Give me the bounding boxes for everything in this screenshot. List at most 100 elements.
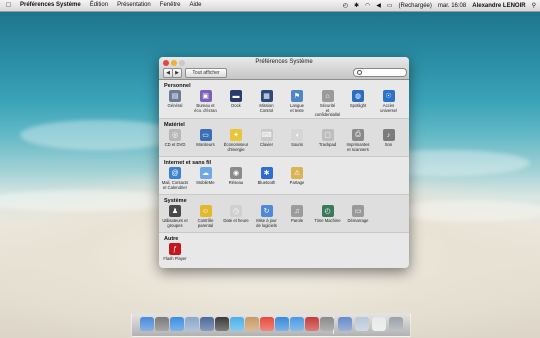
mail-icon[interactable] (185, 317, 199, 331)
pref-pane-accessibility[interactable]: ☉ Accès universel (375, 90, 403, 113)
pref-pane-energy-saver[interactable]: ✦ Économiseur d'énergie (222, 129, 250, 152)
pref-pane-date-time[interactable]: ◷ Date et heure (222, 205, 250, 224)
search-input[interactable] (363, 69, 403, 76)
battery-status[interactable]: (Rechargée) (399, 3, 432, 9)
pref-pane-label: Accès universel (380, 103, 397, 113)
ical-icon[interactable] (230, 317, 244, 331)
pref-pane-bluetooth[interactable]: ✱ Bluetooth (253, 167, 281, 186)
system-preferences-icon[interactable] (320, 317, 334, 331)
users-groups-icon: ♟ (169, 205, 181, 217)
pref-pane-label: Mise à jour de logiciels (256, 218, 277, 228)
pref-pane-label: Parole (290, 218, 304, 223)
facetime-icon[interactable] (215, 317, 229, 331)
pref-pane-security[interactable]: ⌂ Sécurité et confidentialité (314, 90, 342, 118)
address-book-icon[interactable] (245, 317, 259, 331)
clock[interactable]: mar. 16:08 (438, 3, 466, 9)
calendar-icon[interactable] (260, 317, 274, 331)
spotlight-icon: ◍ (352, 90, 364, 102)
search-field[interactable] (353, 68, 407, 77)
pref-pane-label: Date et heure (223, 218, 249, 223)
section-title: Internet et sans fil (164, 160, 212, 166)
pref-pane-sharing[interactable]: ⚠ Partage (283, 167, 311, 186)
wave-foam (20, 120, 180, 150)
bluetooth-menu-icon[interactable]: ✱ (354, 2, 359, 9)
security-icon: ⌂ (321, 90, 334, 102)
dock (131, 313, 411, 337)
time-machine-menu-icon[interactable]: ◴ (343, 2, 348, 9)
pref-pane-mission-control[interactable]: ▦ Mission Control (253, 90, 281, 113)
pref-pane-mobileme[interactable]: ☁ MobileMe (192, 167, 220, 186)
applications-folder-icon[interactable] (338, 317, 352, 331)
pref-pane-label: Économiseur d'énergie (223, 142, 249, 152)
menu-edit[interactable]: Édition (90, 0, 108, 11)
section-materiel: Matériel ◎ CD et DVD ▭ Moniteurs ✦ Économiseu… (159, 119, 409, 156)
pref-pane-dock[interactable]: ▬ Dock (222, 90, 250, 109)
pref-pane-keyboard[interactable]: ⌨ Clavier (253, 129, 281, 148)
pref-pane-time-machine[interactable]: ◴ Time Machine (314, 205, 342, 224)
pref-pane-language-text[interactable]: ⚑ Langue et texte (283, 90, 311, 113)
displays-icon: ▭ (199, 129, 212, 141)
desktop-screensaver-icon: ▣ (199, 90, 212, 102)
section-systeme: Système ♟ Utilisateurs et groupes ☺ Contrôl… (159, 195, 409, 232)
user-name[interactable]: Alexandre LENOIR (472, 3, 525, 9)
mouse-icon: ◖ (291, 129, 303, 141)
keyboard-icon: ⌨ (260, 129, 273, 141)
safari-icon[interactable] (170, 317, 184, 331)
pref-pane-spotlight[interactable]: ◍ Spotlight (344, 90, 372, 109)
app-store-icon[interactable] (290, 317, 304, 331)
pref-pane-mail-contacts[interactable]: @ Mail, Contacts et Calendrier (161, 167, 189, 190)
pref-pane-sound[interactable]: ♪ Son (375, 129, 403, 148)
pref-pane-flash-player[interactable]: ƒ Flash Player (161, 243, 189, 262)
show-all-button[interactable]: Tout afficher (185, 68, 227, 78)
section-title: Système (164, 198, 187, 204)
startup-disk-icon: ▭ (352, 205, 364, 217)
volume-icon[interactable]: ◀ (376, 2, 381, 9)
menu-app[interactable]: Préférences Système (20, 0, 81, 11)
pref-pane-label: Imprimantes et scanners (346, 142, 370, 152)
energy-saver-icon: ✦ (230, 129, 242, 141)
finder-icon[interactable] (140, 317, 154, 331)
photo-booth-icon[interactable] (305, 317, 319, 331)
wave-foam (0, 190, 180, 212)
itunes-icon[interactable] (275, 317, 289, 331)
wifi-icon[interactable]: ◠ (365, 2, 370, 9)
pref-pane-parental-controls[interactable]: ☺ Contrôle parental (192, 205, 220, 228)
menu-help[interactable]: Aide (189, 0, 201, 11)
general-icon: ▤ (169, 90, 181, 102)
printer-icon: ⎙ (352, 129, 364, 141)
launchpad-icon[interactable] (155, 317, 169, 331)
pref-pane-label: Bluetooth (257, 180, 276, 185)
battery-icon[interactable]: ▭ (387, 2, 393, 9)
search-icon (357, 70, 362, 75)
pref-pane-label: Flash Player (163, 256, 187, 261)
pref-pane-mouse[interactable]: ◖ Souris (283, 129, 311, 148)
mission-control-icon: ▦ (260, 90, 273, 102)
trash-icon[interactable] (389, 317, 403, 331)
network-icon: ◉ (230, 167, 242, 179)
spotlight-menu-icon[interactable]: ⚲ (532, 2, 536, 9)
time-machine-icon: ◴ (321, 205, 334, 217)
sharing-icon: ⚠ (291, 167, 303, 179)
apple-icon[interactable]:  (6, 0, 14, 11)
pref-pane-displays[interactable]: ▭ Moniteurs (192, 129, 220, 148)
software-update-icon: ↻ (260, 205, 273, 217)
pref-pane-label: Son (384, 142, 393, 147)
pref-pane-trackpad[interactable]: ▢ Trackpad (314, 129, 342, 148)
menu-view[interactable]: Présentation (117, 0, 151, 11)
pref-pane-printer[interactable]: ⎙ Imprimantes et scanners (344, 129, 372, 152)
forward-button[interactable]: ▶ (172, 68, 182, 78)
pref-pane-users-groups[interactable]: ♟ Utilisateurs et groupes (161, 205, 189, 228)
document-icon[interactable] (372, 317, 386, 331)
menu-window[interactable]: Fenêtre (160, 0, 181, 11)
dock-icon: ▬ (230, 90, 242, 102)
pref-pane-startup-disk[interactable]: ▭ Démarrage (344, 205, 372, 224)
trackpad-icon: ▢ (321, 129, 334, 141)
documents-folder-icon[interactable] (355, 317, 369, 331)
pref-pane-software-update[interactable]: ↻ Mise à jour de logiciels (253, 205, 281, 228)
photo-icon[interactable] (200, 317, 214, 331)
pref-pane-general[interactable]: ▤ Général (161, 90, 189, 109)
pref-pane-desktop-screensaver[interactable]: ▣ Bureau et éco. d'écran (192, 90, 220, 113)
pref-pane-network[interactable]: ◉ Réseau (222, 167, 250, 186)
pref-pane-speech[interactable]: ♫ Parole (283, 205, 311, 224)
pref-pane-cd-dvd[interactable]: ◎ CD et DVD (161, 129, 189, 148)
